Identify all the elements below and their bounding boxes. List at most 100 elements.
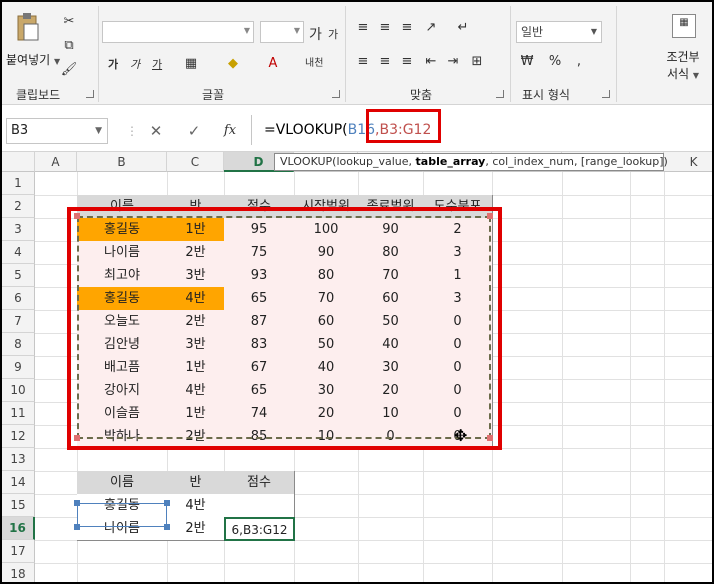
row-header-16[interactable]: 16 (2, 517, 35, 540)
paste-button[interactable]: 붙여넣기 ▼ (6, 51, 60, 68)
indent-decrease-icon[interactable]: ⇤ (422, 54, 440, 70)
format-painter-icon[interactable]: 🖌 (60, 62, 78, 78)
active-cell-d16[interactable]: 6,B3:G12 (224, 517, 295, 541)
border-icon[interactable]: ▦ (182, 56, 200, 72)
underline-button[interactable]: 가 (152, 56, 162, 72)
row-header-10[interactable]: 10 (2, 379, 35, 402)
number-format-value: 일반 (521, 25, 544, 39)
chevron-down-icon: ▼ (293, 26, 300, 35)
column-header-k[interactable]: K (664, 152, 712, 172)
comma-style-icon[interactable]: , (570, 54, 588, 70)
align-top-icon[interactable]: ≡ (354, 20, 372, 36)
lookup-cell[interactable]: 4반 (167, 494, 225, 518)
row-header-8[interactable]: 8 (2, 333, 35, 356)
dialog-launcher-icon[interactable] (86, 90, 94, 98)
ref-handle[interactable] (164, 524, 170, 530)
tooltip-arg-lookup: lookup_value, (336, 155, 416, 168)
tooltip-arg-rest: , col_index_num, [range_lookup]) (485, 155, 668, 168)
range-handle[interactable] (74, 435, 80, 441)
ref-handle[interactable] (164, 500, 170, 506)
range-handle[interactable] (487, 435, 493, 441)
align-bottom-icon[interactable]: ≡ (398, 20, 416, 36)
paste-label: 붙여넣기 (6, 53, 51, 67)
row-header-14[interactable]: 14 (2, 471, 35, 494)
row-header-4[interactable]: 4 (2, 241, 35, 264)
row-header-7[interactable]: 7 (2, 310, 35, 333)
conditional-format-label: 조건부 (666, 50, 700, 64)
dialog-launcher-icon[interactable] (496, 90, 504, 98)
group-separator (345, 6, 346, 102)
group-label-clipboard: 클립보드 (16, 88, 61, 102)
align-middle-icon[interactable]: ≡ (376, 20, 394, 36)
row-header-18[interactable]: 18 (2, 563, 35, 582)
insert-function-button[interactable]: fx (218, 119, 242, 143)
name-box[interactable]: B3 ▼ (6, 118, 108, 144)
dialog-launcher-icon[interactable] (602, 90, 610, 98)
merge-center-icon[interactable]: ⊞ (468, 54, 486, 70)
row-header-5[interactable]: 5 (2, 264, 35, 287)
chevron-down-icon: ▼ (243, 26, 250, 35)
font-color-icon[interactable]: A (264, 56, 282, 72)
font-name-dropdown[interactable]: ▼ (102, 21, 254, 43)
lookup-cell[interactable] (224, 494, 295, 518)
lookup-header-cell[interactable]: 점수 (224, 471, 295, 495)
wrap-text-icon[interactable]: ↵ (454, 20, 472, 36)
cancel-button[interactable]: ✕ (144, 119, 168, 143)
italic-button[interactable]: 가 (130, 56, 140, 72)
dialog-launcher-icon[interactable] (332, 90, 340, 98)
conditional-format-icon[interactable]: ▦ (672, 14, 696, 38)
percent-icon[interactable]: % (546, 54, 564, 70)
font-shrink-button[interactable]: 가 (328, 26, 338, 42)
lookup-header-cell[interactable]: 반 (167, 471, 225, 495)
paste-icon[interactable] (16, 12, 40, 42)
group-label-font: 글꼴 (202, 88, 225, 102)
column-header-a[interactable]: A (35, 152, 77, 172)
indent-increase-icon[interactable]: ⇥ (444, 54, 462, 70)
enter-button[interactable]: ✓ (182, 119, 206, 143)
row-header-15[interactable]: 15 (2, 494, 35, 517)
row-header-3[interactable]: 3 (2, 218, 35, 241)
lookup-cell[interactable]: 2반 (167, 517, 225, 541)
row-header-12[interactable]: 12 (2, 425, 35, 448)
fill-color-icon[interactable]: ◆ (224, 56, 242, 72)
range-handle[interactable] (487, 213, 493, 219)
gridline (664, 172, 665, 582)
font-grow-button[interactable]: 가 (309, 24, 322, 44)
formula-bar: B3 ▼ ⋮ ✕ ✓ fx =VLOOKUP(B16,B3:G12 (2, 105, 712, 152)
phonetic-button[interactable]: 내천 (305, 54, 323, 69)
align-left-icon[interactable]: ≡ (354, 54, 372, 70)
orientation-icon[interactable]: ↗ (422, 20, 440, 36)
cut-icon[interactable]: ✂ (60, 14, 78, 30)
row-header-13[interactable]: 13 (2, 448, 35, 471)
font-size-dropdown[interactable]: ▼ (260, 21, 304, 43)
column-header-b[interactable]: B (77, 152, 167, 172)
column-header-c[interactable]: C (167, 152, 224, 172)
formula-input[interactable]: =VLOOKUP(B16,B3:G12 (251, 115, 711, 145)
row-header-6[interactable]: 6 (2, 287, 35, 310)
row-header-11[interactable]: 11 (2, 402, 35, 425)
select-all-corner[interactable] (2, 152, 35, 172)
accounting-format-icon[interactable]: ₩ (518, 54, 536, 70)
annotation-range-box (67, 207, 502, 450)
excel-window: 붙여넣기 ▼ ✂ ⧉ 🖌 클립보드 ▼ ▼ 가 가 가 가 가 ▦ ◆ A 내천… (0, 0, 714, 584)
row-header-2[interactable]: 2 (2, 195, 35, 218)
lookup-header-cell[interactable]: 이름 (77, 471, 168, 495)
lookup-ref-outline (77, 503, 167, 527)
chevron-down-icon[interactable]: ▼ (95, 119, 102, 143)
number-format-dropdown[interactable]: 일반 ▼ (516, 21, 602, 43)
group-label-number: 표시 형식 (522, 88, 570, 102)
ref-handle[interactable] (74, 500, 80, 506)
row-header-9[interactable]: 9 (2, 356, 35, 379)
copy-icon[interactable]: ⧉ (60, 38, 78, 54)
align-right-icon[interactable]: ≡ (398, 54, 416, 70)
chevron-down-icon: ▼ (590, 27, 597, 36)
range-handle[interactable] (74, 213, 80, 219)
row-header-1[interactable]: 1 (2, 172, 35, 195)
bold-button[interactable]: 가 (108, 56, 118, 72)
conditional-format-button[interactable]: 조건부 서식 ▼ (659, 48, 707, 82)
gridline (562, 172, 563, 582)
ref-handle[interactable] (74, 524, 80, 530)
ribbon: 붙여넣기 ▼ ✂ ⧉ 🖌 클립보드 ▼ ▼ 가 가 가 가 가 ▦ ◆ A 내천… (2, 2, 712, 105)
align-center-icon[interactable]: ≡ (376, 54, 394, 70)
row-header-17[interactable]: 17 (2, 540, 35, 563)
